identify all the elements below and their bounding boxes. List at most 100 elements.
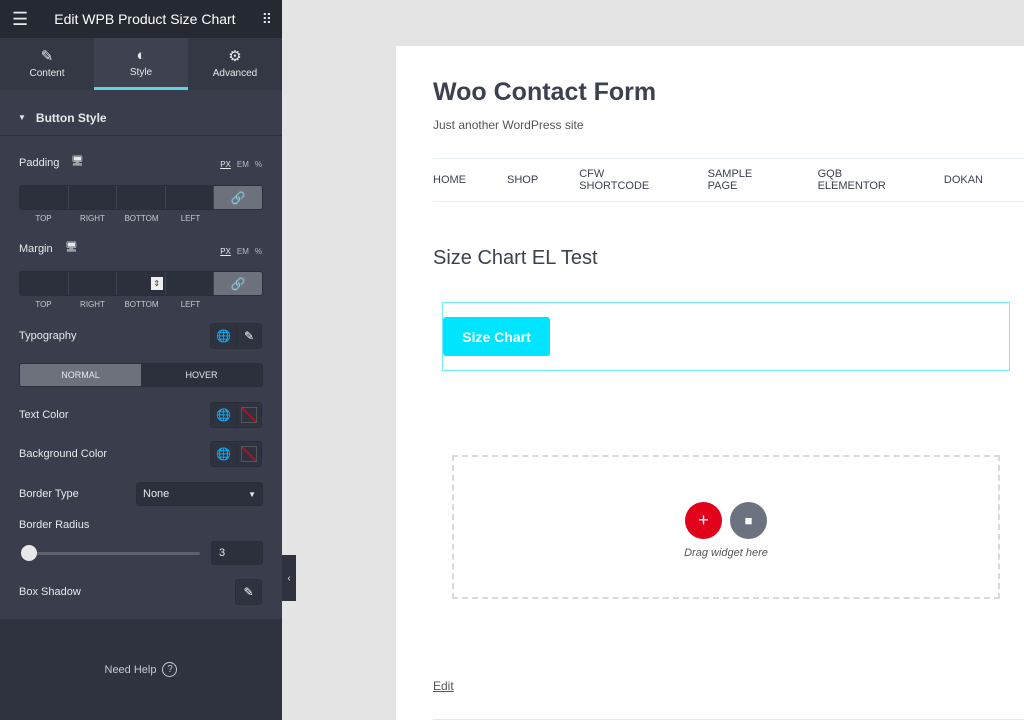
border-type-select[interactable]: None ▼ [136, 482, 263, 506]
margin-right-input[interactable] [68, 272, 118, 295]
tab-hover[interactable]: HOVER [141, 364, 262, 386]
nav-item-gqb-elementor[interactable]: GQB ELEMENTOR [818, 168, 903, 192]
side-label: BOTTOM [124, 214, 159, 223]
drop-zone[interactable]: + ■ Drag widget here [452, 455, 1000, 599]
caret-down-icon: ▼ [18, 113, 26, 122]
section-title: Button Style [35, 110, 107, 125]
tab-style[interactable]: ◐ Style [94, 38, 188, 90]
unit-px[interactable]: PX [220, 247, 231, 256]
border-radius-slider-handle[interactable] [21, 545, 37, 561]
caret-down-icon: ▼ [248, 489, 256, 499]
add-template-button[interactable]: ■ [730, 501, 767, 539]
tab-label: Style [129, 66, 153, 78]
border-radius-input[interactable]: 3 [211, 541, 263, 565]
link-icon: 🔗 [230, 276, 246, 291]
text-color-controls: 🌐 [210, 402, 262, 428]
side-label: LEFT [180, 214, 201, 223]
background-color-controls: 🌐 [210, 441, 262, 467]
tab-normal[interactable]: NORMAL [20, 364, 141, 386]
edit-link[interactable]: Edit [433, 679, 454, 693]
plus-icon: + [698, 509, 709, 530]
padding-bottom-input[interactable] [117, 186, 166, 209]
globe-icon[interactable]: 🌐 [211, 403, 236, 427]
size-chart-button[interactable]: Size Chart [443, 317, 550, 356]
add-section-button[interactable]: + [685, 501, 722, 539]
nav-item-shop[interactable]: SHOP [507, 174, 538, 186]
unit-px[interactable]: PX [220, 160, 231, 169]
side-label: TOP [35, 300, 52, 309]
margin-side-labels: TOP RIGHT BOTTOM LEFT [19, 300, 215, 309]
nav-item-sample-page[interactable]: SAMPLE PAGE [708, 168, 777, 192]
main-nav: HOME SHOP CFW SHORTCODE SAMPLE PAGE GQB … [433, 158, 1024, 202]
gear-icon: ⚙ [228, 48, 242, 65]
padding-left-input[interactable] [165, 186, 215, 209]
pencil-icon: ✎ [40, 48, 54, 65]
site-title[interactable]: Woo Contact Form [433, 78, 656, 107]
margin-top-input[interactable] [20, 272, 69, 295]
spinner-icon[interactable]: ⇕ [150, 277, 163, 290]
page-heading: Size Chart EL Test [433, 247, 598, 269]
grid-icon[interactable]: ⠿ [262, 11, 272, 28]
unit-percent[interactable]: % [255, 247, 262, 256]
panel-header: ☰ Edit WPB Product Size Chart ⠿ [0, 0, 282, 38]
chevron-left-icon: ‹ [287, 572, 291, 584]
tab-label: Content [29, 68, 65, 79]
contrast-icon: ◐ [136, 46, 146, 64]
desktop-icon[interactable]: 🖥 [71, 156, 84, 167]
empty-swatch-icon [241, 446, 257, 462]
desktop-icon[interactable]: 🖥 [65, 242, 78, 253]
link-values-button[interactable]: 🔗 [214, 272, 262, 295]
empty-swatch-icon [241, 407, 257, 423]
color-picker[interactable] [236, 442, 261, 466]
unit-percent[interactable]: % [255, 160, 262, 169]
margin-bottom-input[interactable]: ⇕ [117, 272, 166, 295]
tab-advanced[interactable]: ⚙ Advanced [188, 38, 282, 90]
margin-units: PX EM% [220, 247, 262, 256]
folder-icon: ■ [744, 512, 753, 528]
page-preview: Woo Contact Form Just another WordPress … [396, 46, 1024, 720]
typography-label: Typography [19, 330, 77, 342]
panel-title: Edit WPB Product Size Chart [54, 11, 236, 27]
background-color-label: Background Color [19, 448, 108, 460]
color-picker[interactable] [236, 403, 261, 427]
site-tagline: Just another WordPress site [433, 118, 584, 132]
edit-pencil-icon[interactable]: ✎ [236, 580, 261, 604]
hamburger-icon[interactable]: ☰ [12, 9, 28, 30]
padding-right-input[interactable] [68, 186, 118, 209]
side-label: LEFT [180, 300, 201, 309]
unit-em[interactable]: EM [237, 160, 249, 169]
box-shadow-controls: ✎ [235, 579, 262, 605]
panel-tabs: ✎ Content ◐ Style ⚙ Advanced [0, 38, 282, 90]
globe-icon[interactable]: 🌐 [211, 442, 236, 466]
panel-footer: Need Help? [0, 619, 282, 720]
padding-inputs: 🔗 [19, 185, 263, 210]
section-button-style[interactable]: ▼ Button Style [0, 100, 282, 136]
padding-top-input[interactable] [20, 186, 69, 209]
side-label: RIGHT [80, 300, 105, 309]
need-help-link[interactable]: Need Help [105, 664, 157, 676]
side-label: BOTTOM [124, 300, 159, 309]
help-icon[interactable]: ? [162, 662, 178, 677]
margin-inputs: ⇕ 🔗 [19, 271, 263, 296]
border-type-label: Border Type [19, 488, 79, 500]
state-toggle: NORMAL HOVER [19, 363, 263, 387]
nav-item-dokan[interactable]: DOKAN [944, 174, 983, 186]
drop-zone-text: Drag widget here [684, 546, 768, 559]
nav-item-cfw-shortcode[interactable]: CFW SHORTCODE [579, 168, 666, 192]
globe-icon[interactable]: 🌐 [211, 324, 236, 348]
unit-em[interactable]: EM [237, 247, 249, 256]
border-radius-slider-track[interactable] [26, 552, 200, 555]
collapse-panel-button[interactable]: ‹ [282, 555, 296, 601]
typography-controls: 🌐 ✎ [210, 323, 262, 349]
editor-panel: ☰ Edit WPB Product Size Chart ⠿ ✎ Content… [0, 0, 282, 720]
side-label: TOP [35, 214, 52, 223]
text-color-label: Text Color [19, 409, 69, 421]
border-radius-label: Border Radius [19, 519, 90, 531]
selected-widget[interactable]: Size Chart [442, 302, 1010, 371]
nav-item-home[interactable]: HOME [433, 174, 466, 186]
margin-left-input[interactable] [165, 272, 215, 295]
tab-content[interactable]: ✎ Content [0, 38, 94, 90]
tab-label: Advanced [212, 68, 258, 79]
link-values-button[interactable]: 🔗 [214, 186, 262, 209]
edit-pencil-icon[interactable]: ✎ [236, 324, 261, 348]
